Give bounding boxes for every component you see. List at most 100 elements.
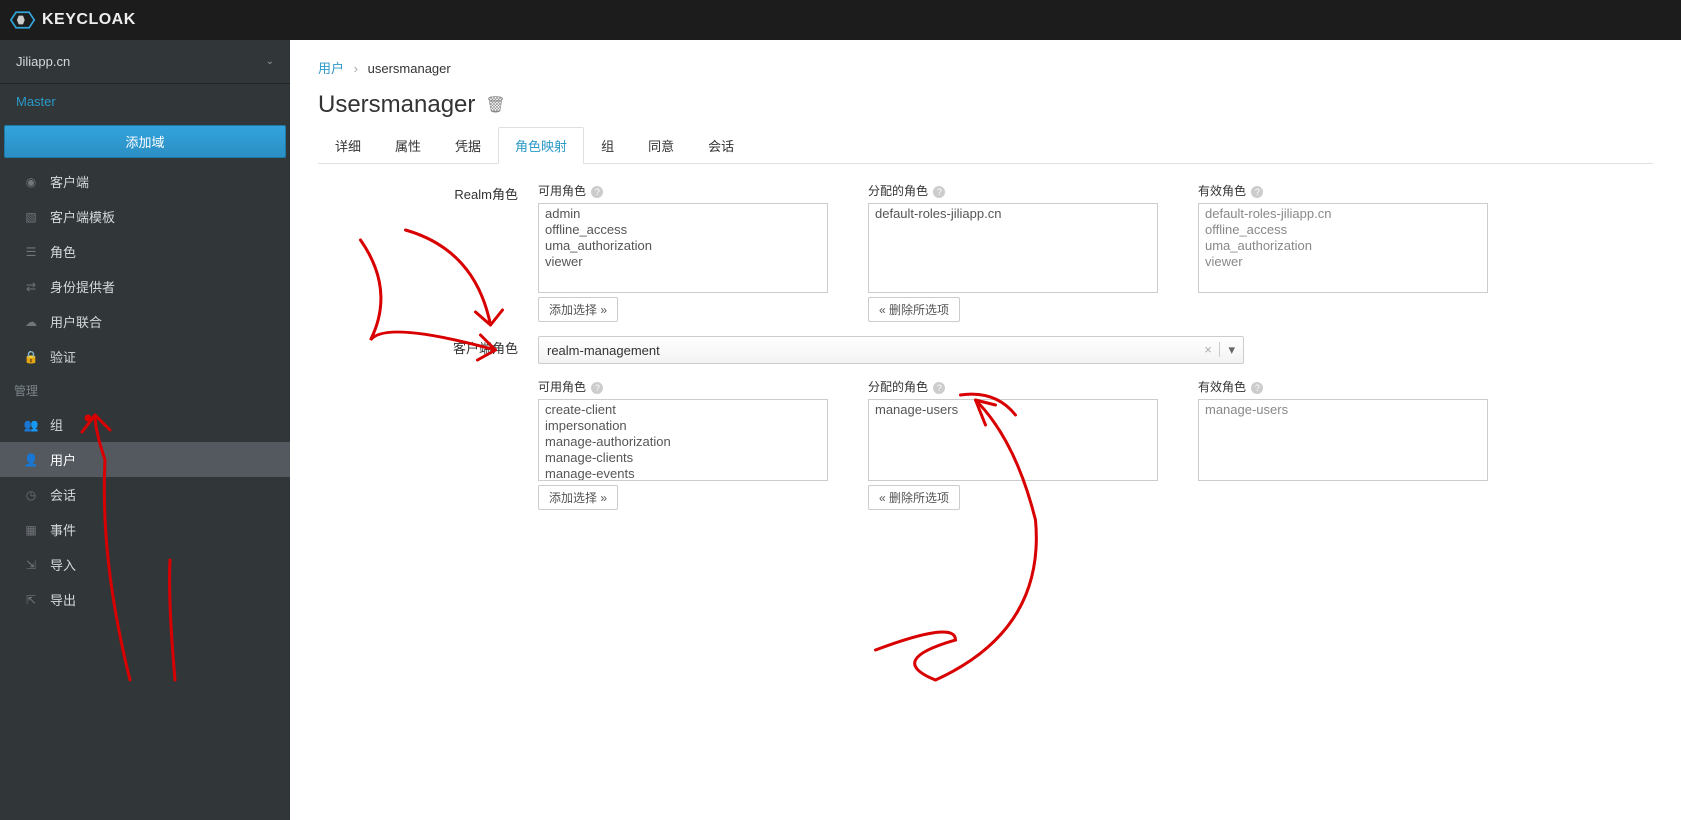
realm-roles-row: Realm角色 可用角色 ? admin offline_access uma_… <box>318 182 1653 322</box>
client-effective-col: 有效角色 ? manage-users <box>1198 378 1488 510</box>
role-option: offline_access <box>1199 222 1487 238</box>
role-option: default-roles-jiliapp.cn <box>1199 206 1487 222</box>
role-option[interactable]: offline_access <box>539 222 827 238</box>
sidebar-item-client-templates[interactable]: ▧客户端模板 <box>0 199 290 234</box>
help-icon[interactable]: ? <box>1251 382 1263 394</box>
client-roles-select-row: 客户端角色 realm-management × ▾ <box>318 336 1653 364</box>
globe-icon: ◉ <box>24 175 38 189</box>
role-option[interactable]: manage-users <box>869 402 1157 418</box>
help-icon[interactable]: ? <box>1251 186 1263 198</box>
help-icon[interactable]: ? <box>933 382 945 394</box>
tab-sessions[interactable]: 会话 <box>691 127 751 164</box>
realm-assigned-col: 分配的角色 ? default-roles-jiliapp.cn « 删除所选项 <box>868 182 1158 322</box>
layers-icon: ▧ <box>24 210 38 224</box>
sidebar-item-user-federation[interactable]: ☁用户联合 <box>0 304 290 339</box>
sidebar-item-identity-providers[interactable]: ⇄身份提供者 <box>0 269 290 304</box>
breadcrumb-current: usersmanager <box>368 61 451 76</box>
group-icon: 👥 <box>24 418 38 432</box>
sidebar-item-roles[interactable]: ☰角色 <box>0 234 290 269</box>
tab-details[interactable]: 详细 <box>318 127 378 164</box>
role-option[interactable]: manage-clients <box>539 450 827 466</box>
sidebar-item-import[interactable]: ⇲导入 <box>0 547 290 582</box>
page-title-row: Usersmanager 🗑 <box>318 91 1653 119</box>
breadcrumb-separator: › <box>354 61 358 76</box>
client-effective-select: manage-users <box>1198 399 1488 481</box>
chevron-down-icon[interactable]: ▾ <box>1219 342 1235 357</box>
sidebar-item-events[interactable]: ▦事件 <box>0 512 290 547</box>
sidebar: Jiliapp.cn ⌄ Master 添加域 ◉客户端 ▧客户端模板 ☰角色 … <box>0 40 290 820</box>
delete-user-icon[interactable]: 🗑 <box>485 95 505 115</box>
role-option: manage-users <box>1199 402 1487 418</box>
nav-configure-group: ◉客户端 ▧客户端模板 ☰角色 ⇄身份提供者 ☁用户联合 🔒验证 <box>0 164 290 374</box>
tab-groups[interactable]: 组 <box>584 127 631 164</box>
lock-icon: 🔒 <box>24 350 38 364</box>
user-icon: 👤 <box>24 453 38 467</box>
realm-selector[interactable]: Jiliapp.cn ⌄ <box>0 40 290 84</box>
remove-selected-button[interactable]: « 删除所选项 <box>868 297 960 322</box>
tab-role-mappings[interactable]: 角色映射 <box>498 127 584 164</box>
realm-available-col: 可用角色 ? admin offline_access uma_authoriz… <box>538 182 828 322</box>
remove-selected-button[interactable]: « 删除所选项 <box>868 485 960 510</box>
realm-name: Jiliapp.cn <box>16 54 70 69</box>
sidebar-item-export[interactable]: ⇱导出 <box>0 582 290 617</box>
clock-icon: ◷ <box>24 488 38 502</box>
role-option[interactable]: impersonation <box>539 418 827 434</box>
client-assigned-col: 分配的角色 ? manage-users « 删除所选项 <box>868 378 1158 510</box>
client-selected-value: realm-management <box>547 343 660 358</box>
sidebar-item-groups[interactable]: 👥组 <box>0 407 290 442</box>
role-option[interactable]: manage-authorization <box>539 434 827 450</box>
sidebar-item-sessions[interactable]: ◷会话 <box>0 477 290 512</box>
client-select-dropdown[interactable]: realm-management × ▾ <box>538 336 1244 364</box>
realm-effective-col: 有效角色 ? default-roles-jiliapp.cn offline_… <box>1198 182 1488 322</box>
sidebar-item-authentication[interactable]: 🔒验证 <box>0 339 290 374</box>
role-option: uma_authorization <box>1199 238 1487 254</box>
role-option[interactable]: admin <box>539 206 827 222</box>
master-realm-link[interactable]: Master <box>0 84 290 119</box>
breadcrumb-users-link[interactable]: 用户 <box>318 61 344 76</box>
tab-attributes[interactable]: 属性 <box>378 127 438 164</box>
list-icon: ☰ <box>24 245 38 259</box>
role-option[interactable]: viewer <box>539 254 827 270</box>
tabs: 详细 属性 凭据 角色映射 组 同意 会话 <box>318 127 1653 164</box>
cloud-icon: ☁ <box>24 315 38 329</box>
role-option[interactable]: manage-events <box>539 466 827 481</box>
help-icon[interactable]: ? <box>933 186 945 198</box>
breadcrumb: 用户 › usersmanager <box>318 58 1653 77</box>
sidebar-item-clients[interactable]: ◉客户端 <box>0 164 290 199</box>
sidebar-item-users[interactable]: 👤用户 <box>0 442 290 477</box>
client-available-select[interactable]: create-client impersonation manage-autho… <box>538 399 828 481</box>
nav-section-manage: 管理 <box>0 374 290 407</box>
client-available-col: 可用角色 ? create-client impersonation manag… <box>538 378 828 510</box>
tab-consents[interactable]: 同意 <box>631 127 691 164</box>
nav-manage-group: 👥组 👤用户 ◷会话 ▦事件 ⇲导入 ⇱导出 <box>0 407 290 617</box>
role-option[interactable]: create-client <box>539 402 827 418</box>
realm-effective-select: default-roles-jiliapp.cn offline_access … <box>1198 203 1488 293</box>
add-realm-button[interactable]: 添加域 <box>4 125 286 158</box>
add-selected-button[interactable]: 添加选择 » <box>538 485 618 510</box>
help-icon[interactable]: ? <box>591 186 603 198</box>
import-icon: ⇲ <box>24 558 38 572</box>
realm-assigned-select[interactable]: default-roles-jiliapp.cn <box>868 203 1158 293</box>
add-selected-button[interactable]: 添加选择 » <box>538 297 618 322</box>
realm-roles-label: Realm角色 <box>318 182 538 203</box>
page-title: Usersmanager <box>318 91 475 119</box>
help-icon[interactable]: ? <box>591 382 603 394</box>
topbar: KEYCLOAK <box>0 0 1681 40</box>
main-content: 用户 › usersmanager Usersmanager 🗑 详细 属性 凭… <box>290 40 1681 820</box>
brand-logo[interactable]: KEYCLOAK <box>10 10 136 30</box>
realm-available-select[interactable]: admin offline_access uma_authorization v… <box>538 203 828 293</box>
role-option[interactable]: uma_authorization <box>539 238 827 254</box>
chevron-down-icon: ⌄ <box>266 56 274 67</box>
tab-credentials[interactable]: 凭据 <box>438 127 498 164</box>
client-roles-row: 可用角色 ? create-client impersonation manag… <box>318 378 1653 510</box>
role-option: viewer <box>1199 254 1487 270</box>
calendar-icon: ▦ <box>24 523 38 537</box>
export-icon: ⇱ <box>24 593 38 607</box>
brand-text: KEYCLOAK <box>42 11 136 29</box>
clear-icon[interactable]: × <box>1204 342 1212 357</box>
role-option[interactable]: default-roles-jiliapp.cn <box>869 206 1157 222</box>
keycloak-icon <box>10 10 36 30</box>
client-assigned-select[interactable]: manage-users <box>868 399 1158 481</box>
client-roles-label: 客户端角色 <box>318 336 538 357</box>
exchange-icon: ⇄ <box>24 280 38 294</box>
